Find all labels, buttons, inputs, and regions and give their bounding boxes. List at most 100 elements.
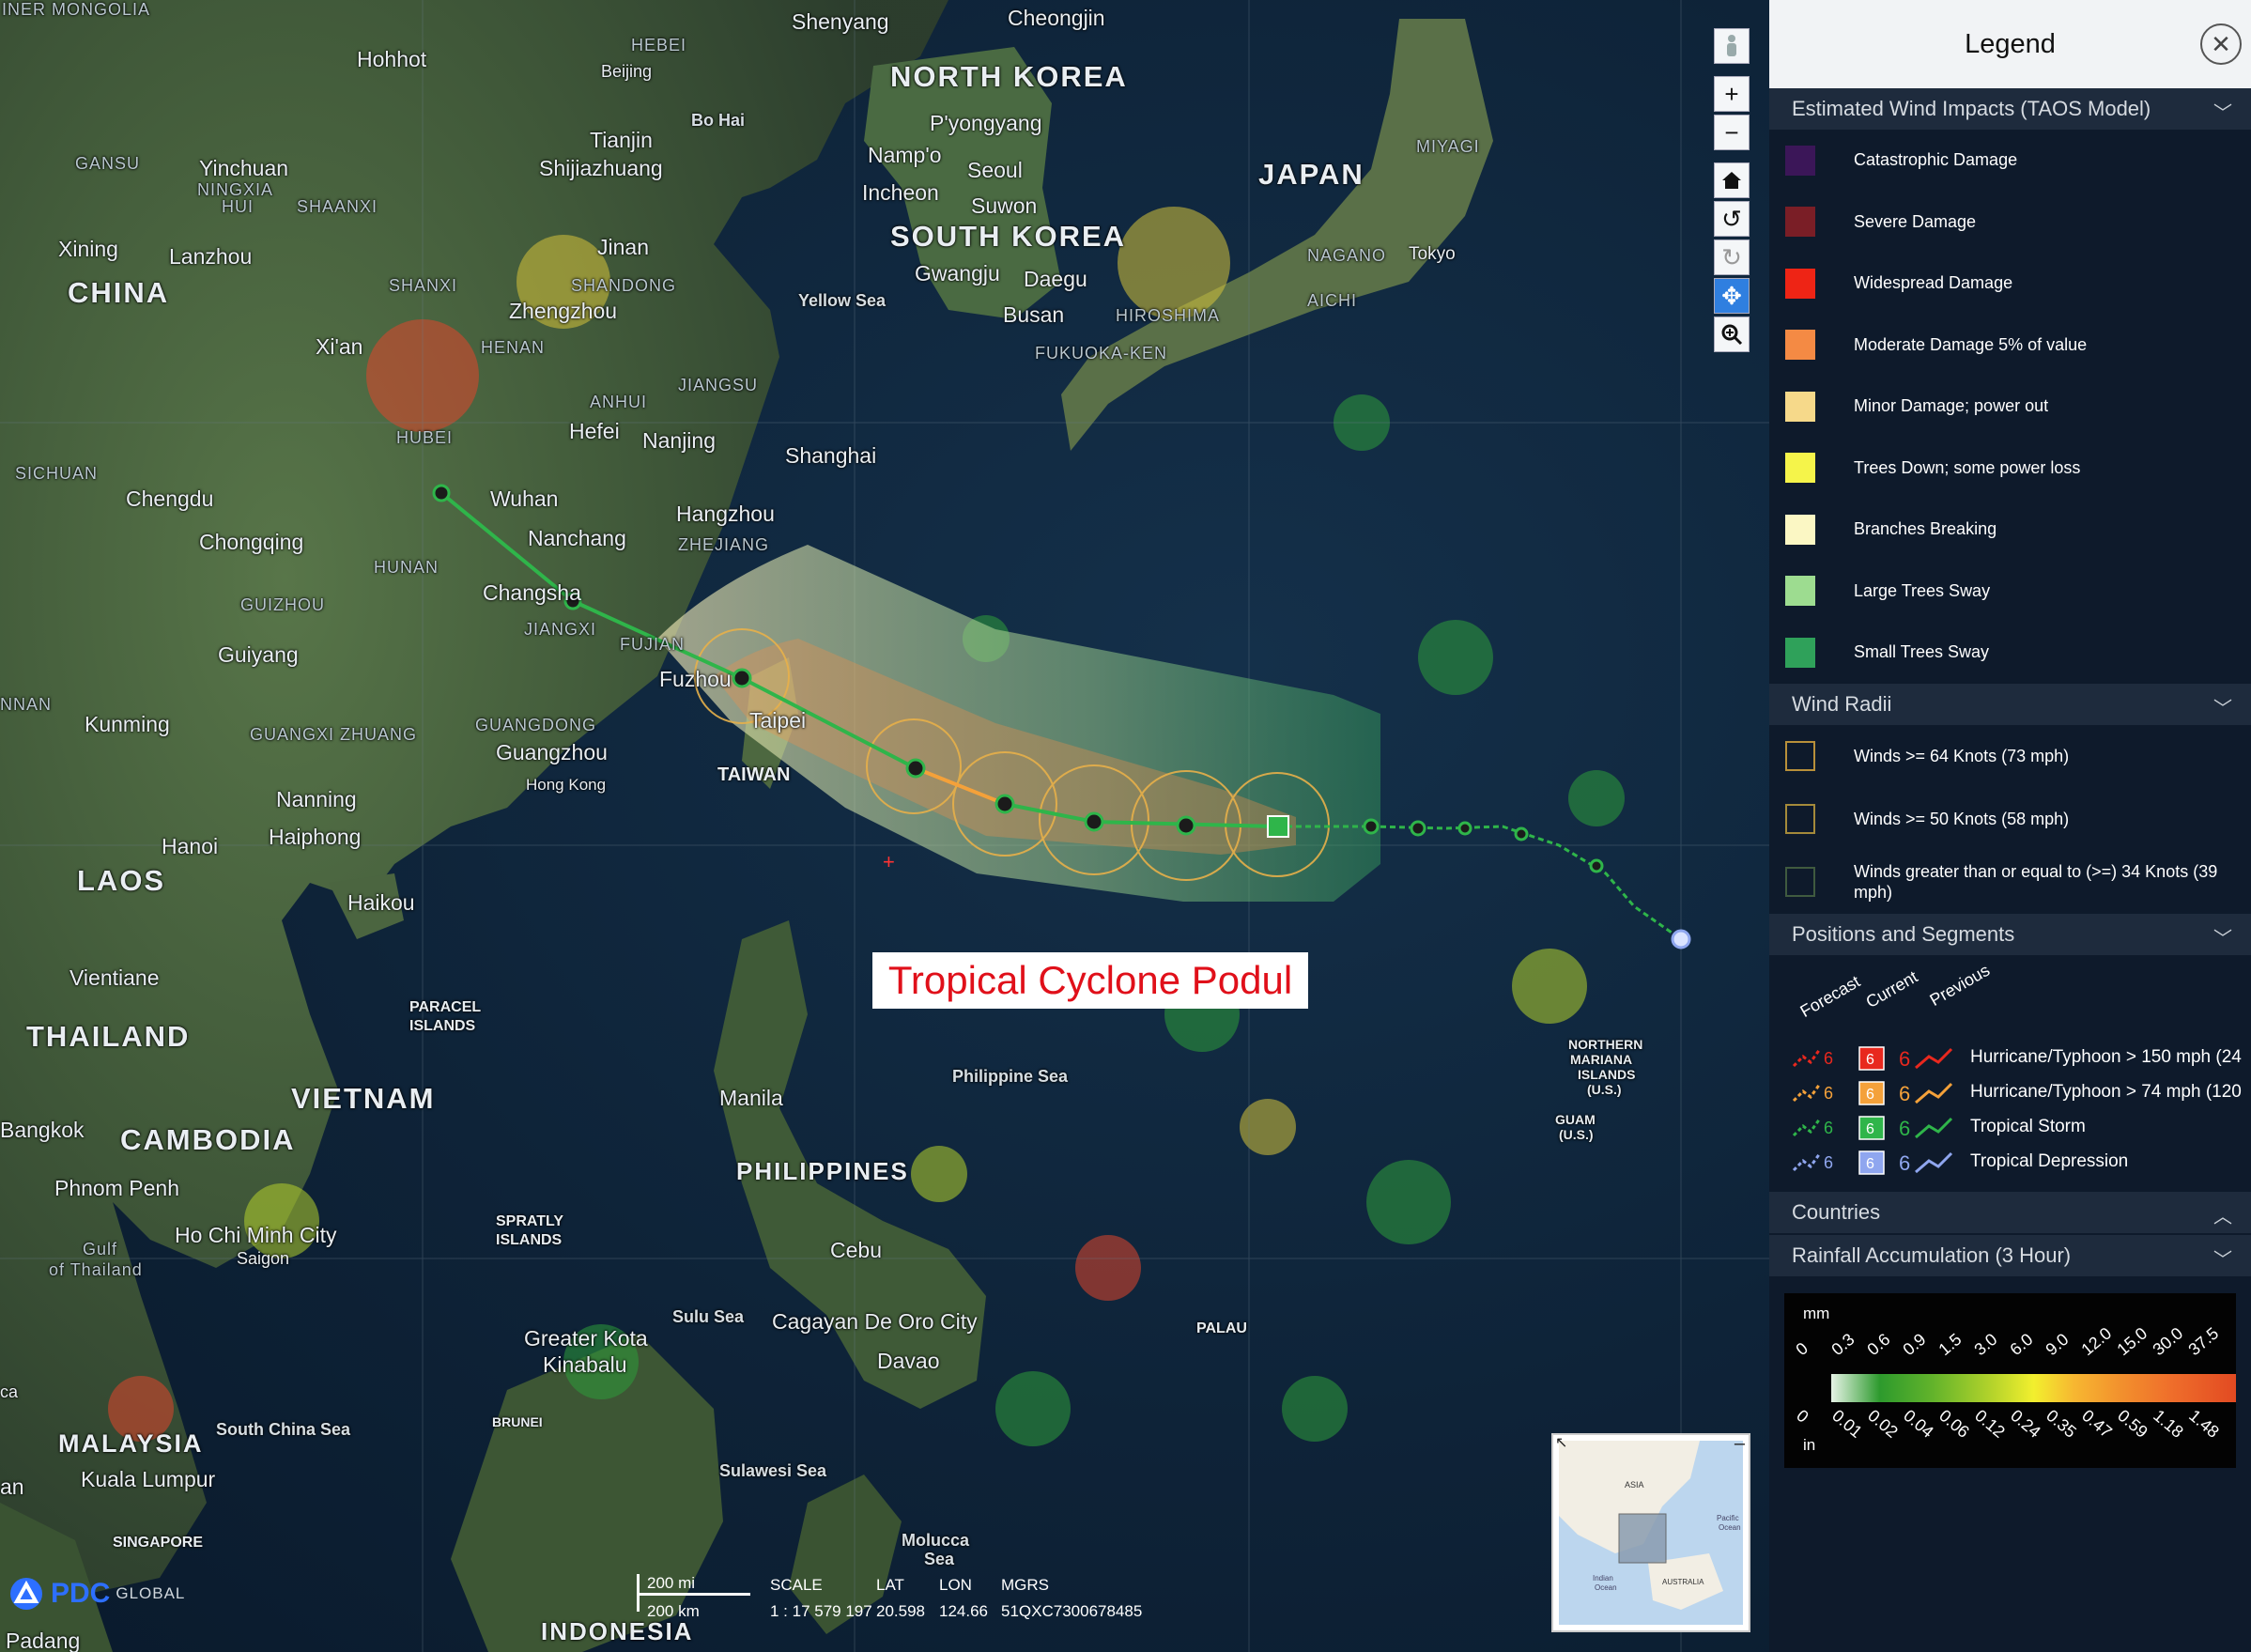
- taos-label: Trees Down; some power loss: [1854, 457, 2081, 477]
- minimap-land: [1559, 1441, 1723, 1610]
- label-nanchang: Nanchang: [528, 526, 626, 550]
- section-countries[interactable]: Countries ︿: [1769, 1191, 2251, 1233]
- label-molucca: Molucca: [902, 1531, 970, 1550]
- rain-mm-tick: 9.0: [2042, 1329, 2073, 1359]
- mgrs-readout: MGRS 51QXC7300678485: [1001, 1576, 1142, 1621]
- label-incheon: Incheon: [862, 180, 939, 205]
- close-legend-button[interactable]: ✕: [2200, 23, 2242, 65]
- svg-text:6: 6: [1866, 1121, 1874, 1137]
- minimap-minimize-button[interactable]: –: [1735, 1433, 1745, 1455]
- positions-label: Hurricane/Typhoon > 150 mph (24: [1970, 1046, 2242, 1067]
- positions-label: Tropical Storm: [1970, 1116, 2086, 1136]
- minimap-indian-ocean: Ocean: [1595, 1583, 1617, 1592]
- minimap-pacific-ocean: Ocean: [1719, 1523, 1741, 1532]
- label-bo-hai: Bo Hai: [691, 111, 746, 130]
- label-of-thailand: of Thailand: [49, 1260, 143, 1279]
- mgrs-label: MGRS: [1001, 1576, 1049, 1594]
- section-rainfall[interactable]: Rainfall Accumulation (3 Hour) ﹀: [1769, 1234, 2251, 1276]
- rain-in-tick: 1.48: [2185, 1405, 2223, 1442]
- taos-label: Widespread Damage: [1854, 273, 2013, 293]
- label-ca: ca: [0, 1382, 19, 1401]
- positions-symbols: 6 6 6: [1792, 1115, 1953, 1140]
- label-yinchuan: Yinchuan: [199, 156, 289, 180]
- taos-label: Severe Damage: [1854, 211, 1977, 231]
- mgrs-value: 51QXC7300678485: [1001, 1602, 1143, 1620]
- section-positions[interactable]: Positions and Segments ﹀: [1769, 913, 2251, 955]
- svg-text:6: 6: [1899, 1047, 1910, 1071]
- zoom-in-button[interactable]: +: [1714, 76, 1750, 112]
- lat-label: LAT: [876, 1576, 904, 1594]
- minimap-view[interactable]: ASIA Pacific Ocean Indian Ocean AUSTRALI…: [1559, 1441, 1743, 1625]
- label-fukuoka: FUKUOKA-KEN: [1035, 344, 1168, 363]
- legend-panel: Legend ✕ Estimated Wind Impacts (TAOS Mo…: [1769, 0, 2251, 1652]
- section-taos[interactable]: Estimated Wind Impacts (TAOS Model) ﹀: [1769, 88, 2251, 130]
- label-cebu: Cebu: [830, 1238, 882, 1262]
- map-view[interactable]: + INER MONGOLIA Shenyang Cheongjin HEBEI…: [0, 0, 1769, 1652]
- rain-in-tick: 0.35: [2043, 1405, 2080, 1442]
- label-beijing: Beijing: [601, 62, 653, 81]
- lon-readout: LON 124.66: [939, 1576, 988, 1621]
- label-chongqing: Chongqing: [199, 530, 304, 554]
- label-tianjin: Tianjin: [590, 128, 653, 152]
- rotate-ccw-button[interactable]: ↺: [1714, 201, 1750, 237]
- minimap-expand-icon[interactable]: ↖: [1555, 1433, 1567, 1452]
- label-fuzhou: Fuzhou: [659, 667, 732, 691]
- label-xian: Xi'an: [316, 334, 363, 359]
- lat-readout: LAT 20.598: [876, 1576, 925, 1621]
- label-nanning: Nanning: [276, 787, 357, 811]
- label-ho-chi-minh-city: Ho Chi Minh City: [175, 1223, 337, 1247]
- label-mariana-islands: ISLANDS: [1578, 1067, 1636, 1082]
- taos-label: Moderate Damage 5% of value: [1854, 334, 2088, 354]
- current-position-marker: [1267, 815, 1289, 838]
- rain-mm-tick: 12.0: [2077, 1322, 2116, 1359]
- taos-swatch: [1785, 576, 1815, 607]
- label-south-china-sea: South China Sea: [216, 1420, 351, 1439]
- label-chengdu: Chengdu: [126, 486, 214, 511]
- rain-mm-tick: 3.0: [1970, 1329, 2001, 1359]
- label-brunei: BRUNEI: [492, 1414, 543, 1429]
- label-vietnam: VIETNAM: [291, 1082, 436, 1115]
- taos-label: Minor Damage; power out: [1854, 396, 2049, 416]
- taos-item: Moderate Damage 5% of value: [1769, 315, 2251, 377]
- label-guam: GUAM: [1555, 1112, 1596, 1127]
- scale-mi: 200 mi: [640, 1574, 750, 1596]
- taos-swatch: [1785, 637, 1815, 668]
- label-changsha: Changsha: [483, 580, 581, 605]
- rain-in-tick: 0.01: [1828, 1405, 1866, 1442]
- zoom-box-button[interactable]: [1714, 317, 1750, 352]
- rain-in-tick: 0.12: [1971, 1405, 2009, 1442]
- positions-label: Hurricane/Typhoon > 74 mph (120: [1970, 1081, 2242, 1102]
- zoom-out-button[interactable]: −: [1714, 115, 1750, 150]
- overview-minimap[interactable]: ASIA Pacific Ocean Indian Ocean AUSTRALI…: [1551, 1433, 1750, 1632]
- section-wind-radii[interactable]: Wind Radii ﹀: [1769, 683, 2251, 725]
- rain-in-tick: 0.02: [1864, 1405, 1902, 1442]
- label-jiangsu: JIANGSU: [678, 376, 759, 394]
- taos-swatch: [1785, 268, 1815, 299]
- taos-item: Small Trees Sway: [1769, 622, 2251, 684]
- label-shaanxi: SHAANXI: [297, 197, 378, 216]
- street-view-button[interactable]: [1714, 28, 1750, 64]
- label-south-korea: SOUTH KOREA: [890, 220, 1127, 253]
- map-toolbar: + − ↺ ↻ ✥: [1714, 28, 1750, 355]
- svg-text:6: 6: [1866, 1052, 1874, 1068]
- taos-swatch: [1785, 145, 1815, 176]
- taos-label: Small Trees Sway: [1854, 642, 1990, 662]
- wind-radii-item: Winds >= 50 Knots (58 mph): [1769, 788, 2251, 851]
- wind-radii-item: Winds greater than or equal to (>=) 34 K…: [1769, 851, 2251, 914]
- label-cagayan: Cagayan De Oro City: [772, 1309, 978, 1334]
- pdc-logo-icon: [10, 1578, 42, 1610]
- home-button[interactable]: [1714, 162, 1750, 198]
- pdc-logo-text: PDC: [51, 1578, 111, 1609]
- label-guangxi: GUANGXI ZHUANG: [250, 725, 418, 744]
- label-palau: PALAU: [1196, 1320, 1247, 1336]
- rotate-cw-button[interactable]: ↻: [1714, 239, 1750, 275]
- label-nagano: NAGANO: [1307, 246, 1387, 265]
- label-saigon: Saigon: [237, 1249, 290, 1268]
- pan-button[interactable]: ✥: [1714, 278, 1750, 314]
- positions-symbols: 6 6 6: [1792, 1150, 1953, 1175]
- map-basemap: +: [0, 0, 1769, 1652]
- label-zhengzhou: Zhengzhou: [509, 299, 618, 323]
- section-positions-label: Positions and Segments: [1792, 921, 2015, 946]
- label-guizhou: GUIZHOU: [240, 595, 325, 614]
- wind-radii-item: Winds >= 64 Knots (73 mph): [1769, 725, 2251, 788]
